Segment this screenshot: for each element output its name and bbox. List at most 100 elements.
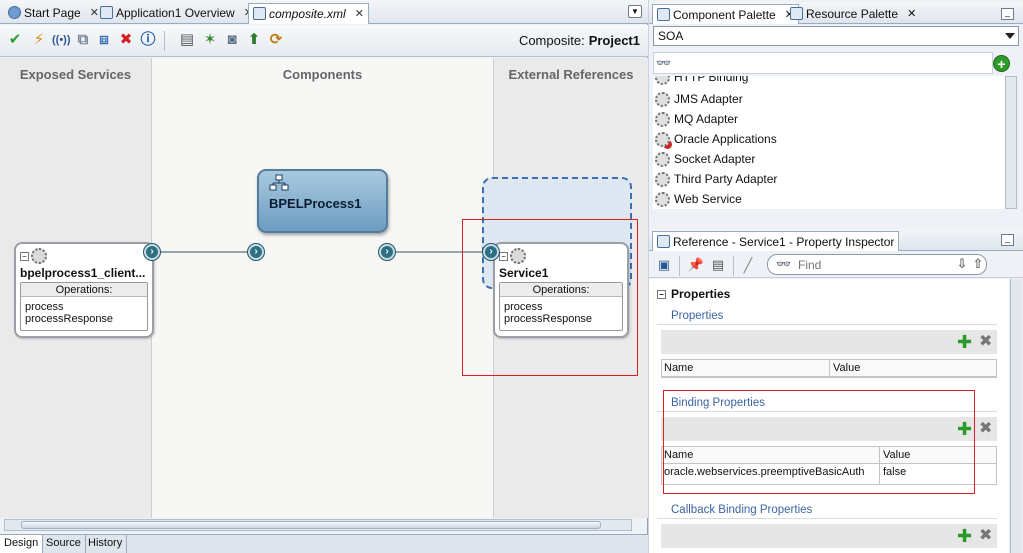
- inspector-content: − Properties Properties ✚ ✖ Name Value B…: [649, 279, 1009, 553]
- bpel-process-component[interactable]: BPELProcess1: [257, 169, 388, 233]
- palette-item-third-party-adapter[interactable]: Third Party Adapter: [655, 169, 777, 189]
- help-icon: [8, 6, 21, 19]
- lane-title-external: External References: [508, 67, 634, 82]
- info-icon[interactable]: ⓘ: [139, 31, 157, 49]
- third-party-icon: [655, 171, 670, 187]
- database-icon[interactable]: ◙: [223, 31, 241, 49]
- canvas-horizontal-scrollbar[interactable]: [4, 519, 632, 531]
- find-previous-icon[interactable]: ⇧: [969, 255, 987, 273]
- editor-bottom-tabs: Design Source History: [0, 534, 648, 553]
- deploy-icon[interactable]: ⬆: [245, 31, 263, 49]
- palette-item-web-service[interactable]: Web Service: [655, 189, 742, 209]
- lane-title-exposed: Exposed Services: [19, 67, 132, 82]
- adapter-icon: [655, 111, 670, 127]
- edit-icon[interactable]: ▣: [655, 256, 673, 274]
- palette-search-input[interactable]: [653, 52, 993, 74]
- minimize-icon[interactable]: _: [1001, 234, 1014, 246]
- column-header-value[interactable]: Value: [830, 360, 996, 376]
- tab-source[interactable]: Source: [42, 535, 86, 553]
- palette-item-label: HTTP Binding: [674, 76, 749, 84]
- lane-title-components: Components: [282, 67, 363, 82]
- palette-item-socket-adapter[interactable]: Socket Adapter: [655, 149, 755, 169]
- palette-item-label: Socket Adapter: [674, 152, 756, 166]
- wire-service-to-bpel[interactable]: [160, 251, 252, 253]
- palette-category-select[interactable]: SOA: [653, 26, 1019, 46]
- palette-item-label: Web Service: [674, 192, 742, 206]
- socket-icon: [655, 151, 670, 167]
- composite-project-name: Project1: [588, 33, 640, 48]
- component-input-port[interactable]: ›: [248, 244, 264, 260]
- validate-check-icon[interactable]: ✔: [6, 31, 24, 49]
- copy-icon[interactable]: ⧉: [74, 31, 92, 49]
- wireless-icon[interactable]: ((•)): [52, 31, 71, 49]
- close-icon[interactable]: ✕: [907, 7, 916, 21]
- add-property-icon[interactable]: ✚: [957, 333, 972, 351]
- service-port[interactable]: ›: [144, 244, 160, 260]
- tab-resource-palette[interactable]: Resource Palette ✕: [786, 4, 920, 24]
- add-callback-property-icon[interactable]: ✚: [957, 527, 972, 545]
- adapter-icon: [655, 91, 670, 107]
- pin-icon[interactable]: 📌: [687, 256, 705, 274]
- pencil-icon[interactable]: ╱: [739, 256, 757, 274]
- tab-application-overview[interactable]: Application1 Overview ✕: [96, 3, 257, 24]
- operation-item[interactable]: processResponse: [25, 313, 143, 325]
- component-title: BPELProcess1: [269, 196, 362, 211]
- exposed-service-card[interactable]: − bpelprocess1_client... Operations: pro…: [14, 242, 154, 338]
- close-icon[interactable]: ✕: [355, 7, 364, 20]
- composite-file-icon: [253, 7, 266, 20]
- composite-toolbar: ✔ ⚡ ((•)) ⧉ ⧈ ✖ ⓘ ▤ ✶ ◙ ⬆ ⟳ Composite: Pr…: [0, 25, 648, 57]
- tab-composite-xml[interactable]: composite.xml ✕: [248, 3, 369, 24]
- properties-section-header[interactable]: − Properties: [657, 287, 730, 301]
- refresh-icon[interactable]: ⟳: [267, 31, 285, 49]
- palette-item-mq-adapter[interactable]: MQ Adapter: [655, 109, 738, 129]
- tab-component-palette[interactable]: Component Palette ✕: [652, 4, 799, 24]
- highlight-box-reference: [462, 219, 638, 376]
- category-value: SOA: [658, 29, 684, 43]
- scrollbar-thumb[interactable]: [21, 521, 601, 529]
- properties-grid-toolbar: ✚ ✖: [661, 330, 997, 354]
- tab-label: Resource Palette: [806, 7, 899, 21]
- bpel-process-icon: [269, 174, 289, 191]
- palette-vertical-scrollbar[interactable]: [1005, 76, 1017, 209]
- wizard-icon[interactable]: ✶: [201, 31, 219, 49]
- minimize-icon[interactable]: _: [1001, 8, 1014, 20]
- callback-grid-toolbar: ✚ ✖: [661, 524, 997, 548]
- palette-item-http-binding[interactable]: HTTP Binding: [655, 76, 748, 87]
- delete-icon[interactable]: ✖: [117, 31, 135, 49]
- overview-icon: [100, 6, 113, 19]
- chevron-down-icon: [1005, 33, 1015, 39]
- tab-list-dropdown[interactable]: ▼: [628, 5, 642, 18]
- palette-item-label: MQ Adapter: [674, 112, 739, 126]
- remove-property-icon[interactable]: ✖: [979, 334, 992, 350]
- properties-icon[interactable]: ▤: [709, 256, 727, 274]
- inspector-icon: [657, 235, 670, 248]
- tab-history[interactable]: History: [84, 535, 128, 553]
- inspector-vertical-scrollbar[interactable]: [1010, 279, 1022, 553]
- binoculars-icon: 👓: [776, 257, 791, 271]
- lightning-icon[interactable]: ⚡: [30, 31, 48, 49]
- palette-item-oracle-applications[interactable]: Oracle Applications: [655, 129, 777, 149]
- properties-table: Name Value: [661, 359, 997, 378]
- tab-start-page[interactable]: Start Page ✕: [4, 3, 103, 24]
- tab-property-inspector[interactable]: Reference - Service1 - Property Inspecto…: [652, 231, 900, 251]
- tab-label: Component Palette: [673, 8, 776, 22]
- remove-callback-property-icon[interactable]: ✖: [979, 528, 992, 544]
- collapse-icon[interactable]: −: [657, 289, 666, 299]
- add-icon[interactable]: +: [993, 55, 1010, 72]
- resource-icon: [790, 7, 803, 20]
- collapse-icon[interactable]: −: [20, 251, 29, 261]
- section-divider: [657, 518, 997, 519]
- remove-binding-property-icon[interactable]: ✖: [979, 421, 992, 437]
- palette-item-jms-adapter[interactable]: JMS Adapter: [655, 89, 743, 109]
- section-title: Properties: [671, 287, 731, 301]
- tab-design[interactable]: Design: [0, 535, 44, 553]
- column-header-name[interactable]: Name: [662, 360, 830, 376]
- compare-icon[interactable]: ⧈: [95, 31, 113, 49]
- component-output-port[interactable]: ›: [379, 244, 395, 260]
- operation-item[interactable]: process: [25, 301, 143, 313]
- test-icon[interactable]: ▤: [178, 31, 196, 49]
- palette-tab-bar: Component Palette ✕ Resource Palette ✕ _: [649, 2, 1023, 24]
- palette-icon: [657, 8, 670, 21]
- inspector-toolbar: ▣ 📌 ▤ ╱ Find 👓 ⇩ ⇧: [649, 252, 1023, 278]
- binoculars-icon: 👓: [656, 56, 671, 70]
